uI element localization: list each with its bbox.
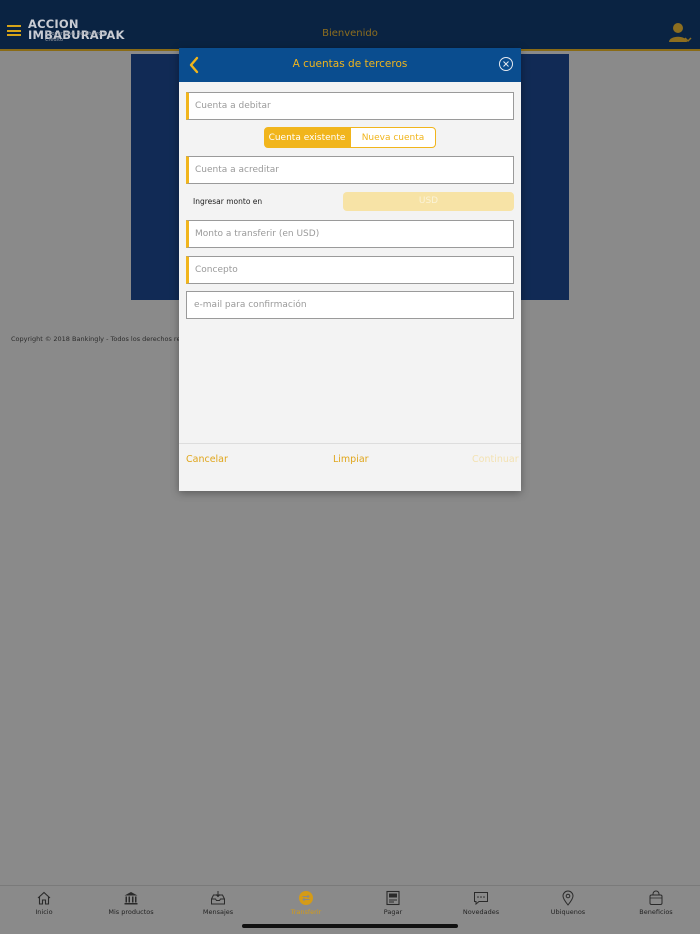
tab-label: Beneficios — [639, 908, 673, 916]
cancel-button[interactable]: Cancelar — [186, 454, 228, 465]
tab-pagar[interactable]: Pagar — [353, 890, 433, 916]
tab-label: Mensajes — [202, 908, 234, 916]
transfer-icon — [299, 891, 313, 905]
concept-placeholder: Concepto — [195, 265, 238, 275]
amount-currency-label: Ingresar monto en — [193, 197, 263, 206]
tab-label: Inicio — [35, 908, 53, 916]
clear-button[interactable]: Limpiar — [333, 454, 369, 465]
home-indicator[interactable] — [242, 924, 458, 928]
gift-bag-icon — [649, 890, 663, 905]
credit-account-placeholder: Cuenta a acreditar — [195, 165, 279, 175]
email-field[interactable]: e-mail para confirmación — [186, 291, 514, 319]
chat-icon — [474, 892, 488, 906]
account-type-toggle: Cuenta existente Nueva cuenta — [264, 127, 436, 148]
tab-mensajes[interactable]: Mensajes — [178, 890, 258, 916]
close-icon[interactable] — [498, 56, 514, 72]
continue-button[interactable]: Continuar — [472, 454, 519, 465]
bank-icon — [124, 892, 138, 905]
transfer-dialog: A cuentas de terceros Cuenta a debitar C… — [179, 48, 521, 491]
debit-account-field[interactable]: Cuenta a debitar — [186, 92, 514, 120]
new-account-option[interactable]: Nueva cuenta — [350, 127, 436, 148]
existing-account-option[interactable]: Cuenta existente — [264, 127, 350, 148]
dialog-title: A cuentas de terceros — [292, 58, 408, 70]
dialog-header: A cuentas de terceros — [179, 48, 521, 82]
tab-label: Mis productos — [108, 908, 154, 916]
copyright-text: Copyright © 2018 Bankingly - Todos los d… — [11, 335, 195, 343]
tab-label: Transferir — [290, 908, 322, 916]
payment-icon — [386, 890, 400, 906]
tab-inicio[interactable]: Inicio — [4, 890, 84, 916]
concept-field[interactable]: Concepto — [186, 256, 514, 284]
tab-label: Novedades — [462, 908, 500, 916]
tab-beneficios[interactable]: Beneficios — [616, 890, 696, 916]
dialog-footer-divider — [179, 443, 521, 444]
tab-label: Pagar — [383, 908, 403, 916]
amount-field[interactable]: Monto a transferir (en USD) — [186, 220, 514, 248]
location-pin-icon — [562, 890, 574, 906]
credit-account-field[interactable]: Cuenta a acreditar — [186, 156, 514, 184]
inbox-icon — [211, 891, 225, 905]
top-header: ACCION IMBABURAPAK Cooperativa de Ahorro… — [0, 0, 700, 50]
tab-mis-productos[interactable]: Mis productos — [91, 890, 171, 916]
tab-transferir[interactable]: Transferir — [266, 890, 346, 916]
home-icon — [37, 891, 51, 905]
tab-label: Ubiquenos — [550, 908, 586, 916]
tab-ubiquenos[interactable]: Ubiquenos — [528, 890, 608, 916]
welcome-text: Bienvenido — [322, 28, 378, 39]
email-placeholder: e-mail para confirmación — [194, 300, 307, 310]
debit-account-placeholder: Cuenta a debitar — [195, 101, 271, 111]
amount-placeholder: Monto a transferir (en USD) — [195, 229, 320, 239]
tab-novedades[interactable]: Novedades — [441, 890, 521, 916]
currency-selector[interactable]: USD — [343, 192, 514, 211]
user-icon[interactable] — [668, 22, 692, 44]
